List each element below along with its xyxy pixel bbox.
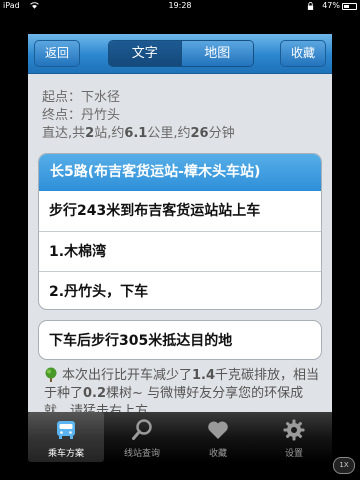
overview-suffix: 分钟 — [208, 126, 235, 141]
walk-prefix: 步行 — [49, 203, 77, 219]
tab-bar: 乘车方案 线站查询 收藏 设置 — [28, 412, 332, 462]
stop-row[interactable]: 2.丹竹头，下车 — [39, 271, 321, 309]
eco-note: 本次出行比开车减少了1.4千克碳排放，相当于种了0.2棵树~ 与微博好友分享您的… — [44, 367, 322, 412]
walk-suffix: 米到布吉客货运站站上车 — [106, 203, 261, 219]
eco-text-1: 本次出行比开车减少了 — [62, 368, 193, 383]
final-walk-row[interactable]: 下车后步行305米抵达目的地 — [39, 321, 321, 359]
view-segmented-control: 文字 地图 — [108, 40, 254, 67]
route-summary: 起点：下水径 终点：丹竹头 直达,共2站,约6.1公里,约26分钟 — [42, 89, 235, 143]
tab-settings[interactable]: 设置 — [256, 412, 332, 462]
status-bar: iPad 19:28 47% — [0, 0, 360, 12]
navigation-bar: 返回 文字 地图 收藏 — [28, 34, 332, 74]
tab-station-search[interactable]: 线站查询 — [104, 412, 180, 462]
tree-icon — [45, 367, 57, 382]
bus-line-header[interactable]: 长5路(布吉客货运站-樟木头车站) — [39, 154, 321, 191]
eco-kg: 1.4 — [192, 368, 216, 383]
overview-prefix: 直达,共 — [42, 126, 86, 141]
segment-map[interactable]: 地图 — [180, 41, 253, 66]
stop-number: 1 — [49, 244, 59, 260]
stop-number: 2 — [49, 284, 59, 300]
status-time: 19:28 — [168, 1, 192, 10]
battery-percent: 47% — [322, 1, 340, 10]
duration-minutes: 26 — [190, 126, 209, 141]
stop-count: 2 — [85, 126, 95, 141]
final-walk-meters: 305 — [119, 333, 149, 349]
battery-icon — [342, 3, 357, 10]
back-button[interactable]: 返回 — [34, 40, 80, 67]
distance-km: 6.1 — [124, 126, 148, 141]
tab-station-search-label: 线站查询 — [123, 449, 160, 459]
tab-settings-label: 设置 — [284, 449, 303, 459]
stop-name: .木棉湾 — [58, 244, 107, 260]
tab-routes[interactable]: 乘车方案 — [28, 412, 104, 462]
walk-meters: 243 — [77, 203, 107, 219]
tab-favorites[interactable]: 收藏 — [180, 412, 256, 462]
route-overview: 直达,共2站,约6.1公里,约26分钟 — [42, 125, 235, 143]
start-point: 起点：下水径 — [42, 90, 121, 105]
overview-mid-1: 站,约 — [94, 126, 125, 141]
bus-icon — [57, 421, 75, 439]
walk-to-board-row[interactable]: 步行243米到布吉客货运站站上车 — [39, 191, 321, 231]
bus-route-group: 长5路(布吉客货运站-樟木头车站) 步行243米到布吉客货运站站上车 1.木棉湾… — [38, 153, 322, 310]
final-walk-suffix: 米抵达目的地 — [148, 333, 233, 349]
rotation-lock-icon — [307, 2, 314, 10]
tab-routes-label: 乘车方案 — [47, 449, 84, 459]
eco-trees: 0.2 — [83, 386, 107, 401]
route-detail-content[interactable]: 起点：下水径 终点：丹竹头 直达,共2站,约6.1公里,约26分钟 长5路(布吉… — [28, 75, 332, 412]
segment-text[interactable]: 文字 — [109, 41, 181, 66]
zoom-toggle-button[interactable]: 1X — [333, 457, 355, 474]
gear-icon — [283, 419, 305, 441]
final-walk-group: 下车后步行305米抵达目的地 — [38, 320, 322, 360]
overview-mid-2: 公里,约 — [147, 126, 191, 141]
tab-favorites-label: 收藏 — [208, 449, 227, 459]
stop-name: .丹竹头，下车 — [58, 284, 149, 300]
final-walk-prefix: 下车后步行 — [49, 333, 119, 349]
magnifier-icon — [132, 419, 152, 440]
heart-icon — [208, 421, 228, 439]
favorite-button[interactable]: 收藏 — [280, 40, 326, 67]
end-point: 终点：丹竹头 — [42, 108, 121, 123]
stop-row[interactable]: 1.木棉湾 — [39, 231, 321, 271]
app-window: 返回 文字 地图 收藏 起点：下水径 终点：丹竹头 直达,共2站,约6.1公里,… — [28, 34, 332, 462]
